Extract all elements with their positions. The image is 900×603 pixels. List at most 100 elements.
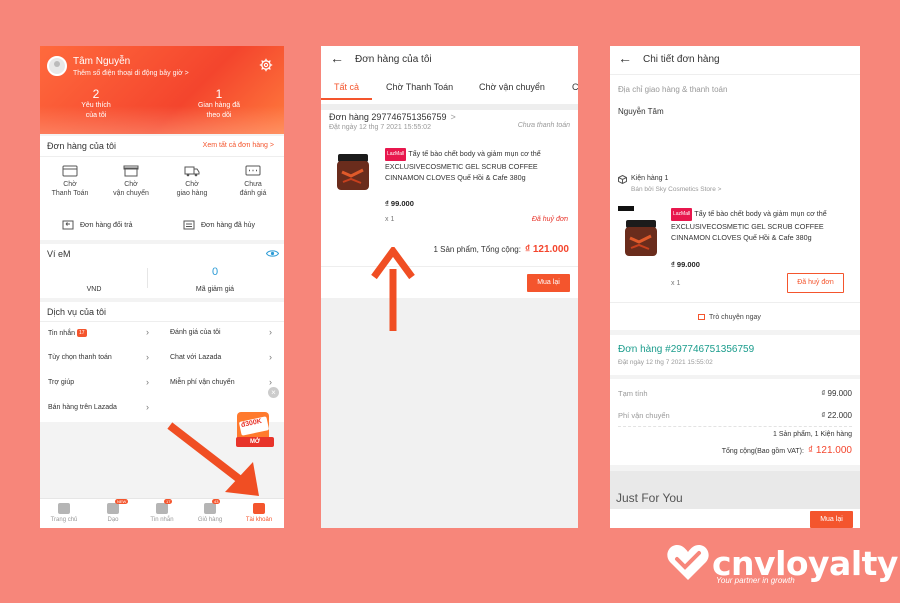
orders-header: ← Đơn hàng của tôi Tất cả Chờ Thanh Toán… xyxy=(321,46,578,104)
voucher-label[interactable]: Mã giảm giá xyxy=(170,286,260,293)
return-icon xyxy=(62,220,74,230)
eye-icon[interactable] xyxy=(266,249,279,258)
pending-shipping-button[interactable]: Chờ vận chuyển xyxy=(106,165,156,198)
box-icon xyxy=(123,165,139,177)
order-date: Đặt ngày 12 thg 7 2021 15:55:02 xyxy=(329,124,431,131)
chevron-right-icon: › xyxy=(146,402,149,412)
gear-icon[interactable] xyxy=(259,58,273,72)
chevron-right-icon: › xyxy=(146,327,149,337)
chevron-right-icon: › xyxy=(146,377,149,387)
wallet-card: Ví eM VND 0 Mã giảm giá xyxy=(40,244,284,298)
detail-header: ← Chi tiết đơn hàng Địa chỉ giao hàng & … xyxy=(610,46,860,170)
cnvloyalty-heart-logo xyxy=(667,545,709,580)
services-card: Dịch vụ của tôi Tin nhắn 17 › Đánh giá củ… xyxy=(40,302,284,422)
customer-name: Nguyễn Tâm xyxy=(618,107,664,116)
my-orders-screen: ← Đơn hàng của tôi Tất cả Chờ Thanh Toán… xyxy=(321,46,578,528)
service-my-reviews[interactable]: Đánh giá của tôi xyxy=(170,329,221,336)
seller-link[interactable]: Bán bởi Sky Cosmetics Store > xyxy=(631,186,721,193)
product-qty: x 1 xyxy=(385,216,395,223)
lazmall-tag: LazMall xyxy=(671,208,693,221)
my-orders-card: Đơn hàng của tôi Xem tất cả đơn hàng > C… xyxy=(40,136,284,240)
services-title: Dịch vụ của tôi xyxy=(47,307,107,317)
followed-stores-stat[interactable]: 1 Gian hàng đã theo dõi xyxy=(179,88,259,121)
cart-icon: 43 xyxy=(204,499,221,514)
home-icon xyxy=(58,503,70,514)
product-image[interactable] xyxy=(622,218,660,258)
tab-home[interactable]: Trang chủ xyxy=(40,503,88,523)
service-chat-lazada[interactable]: Chat với Lazada xyxy=(170,354,221,361)
chevron-right-icon: › xyxy=(269,377,272,387)
wallet-currency: VND xyxy=(86,286,102,293)
summary-count: 1 Sản phẩm, 1 Kiện hàng xyxy=(772,431,852,438)
tab-explore[interactable]: NEW Dạo xyxy=(89,499,137,523)
address-label: Địa chỉ giao hàng & thanh toán xyxy=(618,85,728,94)
close-icon[interactable]: × xyxy=(268,387,279,398)
voucher-count[interactable]: 0 xyxy=(170,266,260,278)
product-price: ₫ 99.000 xyxy=(671,260,700,269)
product-image[interactable] xyxy=(334,152,372,192)
order-card[interactable]: Đơn hàng 297746751356759 > Đặt ngày 12 th… xyxy=(321,110,578,296)
service-free-shipping[interactable]: Miễn phí vận chuyển xyxy=(170,379,235,386)
avatar[interactable] xyxy=(47,56,67,76)
messages-badge: 17 xyxy=(76,329,87,337)
service-messages[interactable]: Tin nhắn 17 xyxy=(48,329,87,337)
product-name[interactable]: LazMall Tẩy tế bào chết body và giảm mụn … xyxy=(385,148,573,183)
tab-pending-shipping[interactable]: Chờ vận chuyển xyxy=(479,82,545,92)
cancelled-list-icon xyxy=(183,220,195,230)
review-icon xyxy=(245,165,261,176)
chevron-right-icon: › xyxy=(146,352,149,362)
tab-more[interactable]: C xyxy=(572,82,578,92)
order-total: 1 Sản phẩm, Tổng cộng: ₫ 121.000 xyxy=(433,244,569,255)
back-arrow-icon[interactable]: ← xyxy=(618,50,632,66)
buy-again-button[interactable]: Mua lại xyxy=(527,274,570,292)
service-sell-on-lazada[interactable]: Bán hàng trên Lazada xyxy=(48,404,117,411)
package-icon xyxy=(618,175,627,184)
favorites-stat[interactable]: 2 Yêu thích của tôi xyxy=(56,88,136,121)
cancelled-orders-button[interactable]: Đơn hàng đã hủy xyxy=(183,220,255,230)
tab-messages[interactable]: 17 Tin nhắn xyxy=(138,499,186,523)
tab-pending-payment[interactable]: Chờ Thanh Toán xyxy=(386,82,453,92)
wallet-icon xyxy=(62,165,78,177)
subtotal-label: Tạm tính xyxy=(618,389,648,398)
service-help[interactable]: Trợ giúp xyxy=(48,379,74,386)
shipping-label: Phí vận chuyển xyxy=(618,411,670,420)
tab-cart[interactable]: 43 Giỏ hàng xyxy=(186,499,234,523)
item-status: Đã huỷ đơn xyxy=(531,216,568,223)
service-payment-options[interactable]: Tùy chọn thanh toán xyxy=(48,354,112,361)
subtotal-value: ₫ 99.000 xyxy=(821,389,852,398)
product-price: ₫ 99.000 xyxy=(385,199,414,208)
tab-account[interactable]: Tài khoản xyxy=(235,503,283,523)
wallet-title: Ví eM xyxy=(47,249,71,259)
order-status: Chưa thanh toán xyxy=(517,122,570,129)
returns-orders-button[interactable]: Đơn hàng đổi trả xyxy=(62,220,132,230)
add-phone-link[interactable]: Thêm số điện thoại di động bây giờ > xyxy=(73,70,189,77)
lazmall-tag: LazMall xyxy=(385,148,407,161)
back-arrow-icon[interactable]: ← xyxy=(330,50,344,66)
product-name[interactable]: LazMall Tẩy tế bào chết body và giảm mụn … xyxy=(671,208,853,243)
order-id: Đơn hàng 297746751356759 > xyxy=(329,112,456,122)
chat-icon xyxy=(698,314,705,320)
account-icon xyxy=(253,503,265,514)
package-card: Kiện hàng 1 Bán bởi Sky Cosmetics Store … xyxy=(610,170,860,330)
package-label: Kiện hàng 1 xyxy=(631,175,669,182)
orders-title: Đơn hàng của tôi xyxy=(47,141,116,151)
store-logo xyxy=(618,206,634,211)
chevron-right-icon: › xyxy=(269,327,272,337)
explore-icon: NEW xyxy=(107,499,129,514)
logo-tagline: Your partner in growth xyxy=(716,576,795,585)
pending-delivery-button[interactable]: Chờ giao hàng xyxy=(167,165,217,198)
chat-now-button[interactable]: Trò chuyện ngay xyxy=(698,314,761,321)
user-name: Tâm Nguyễn xyxy=(73,56,131,67)
order-date: Đặt ngày 12 thg 7 2021 15:55:02 xyxy=(618,359,713,366)
buy-again-button[interactable]: Mua lại xyxy=(810,511,853,528)
grand-total: Tổng cộng(Bao gồm VAT): ₫ 121.000 xyxy=(721,445,852,456)
chat-icon: 17 xyxy=(156,499,173,514)
product-qty: x 1 xyxy=(671,280,681,287)
page-title: Đơn hàng của tôi xyxy=(355,54,432,65)
cancelled-order-button[interactable]: Đã huỷ đơn xyxy=(787,273,844,293)
to-review-button[interactable]: Chưa đánh giá xyxy=(228,165,278,198)
tab-all[interactable]: Tất cả xyxy=(334,82,359,92)
pending-payment-button[interactable]: Chờ Thanh Toán xyxy=(45,165,95,198)
view-all-orders-link[interactable]: Xem tất cả đơn hàng > xyxy=(203,142,274,149)
bottom-tab-bar: Trang chủ NEW Dạo 17 Tin nhắn 43 Giỏ hàng T… xyxy=(40,498,284,528)
